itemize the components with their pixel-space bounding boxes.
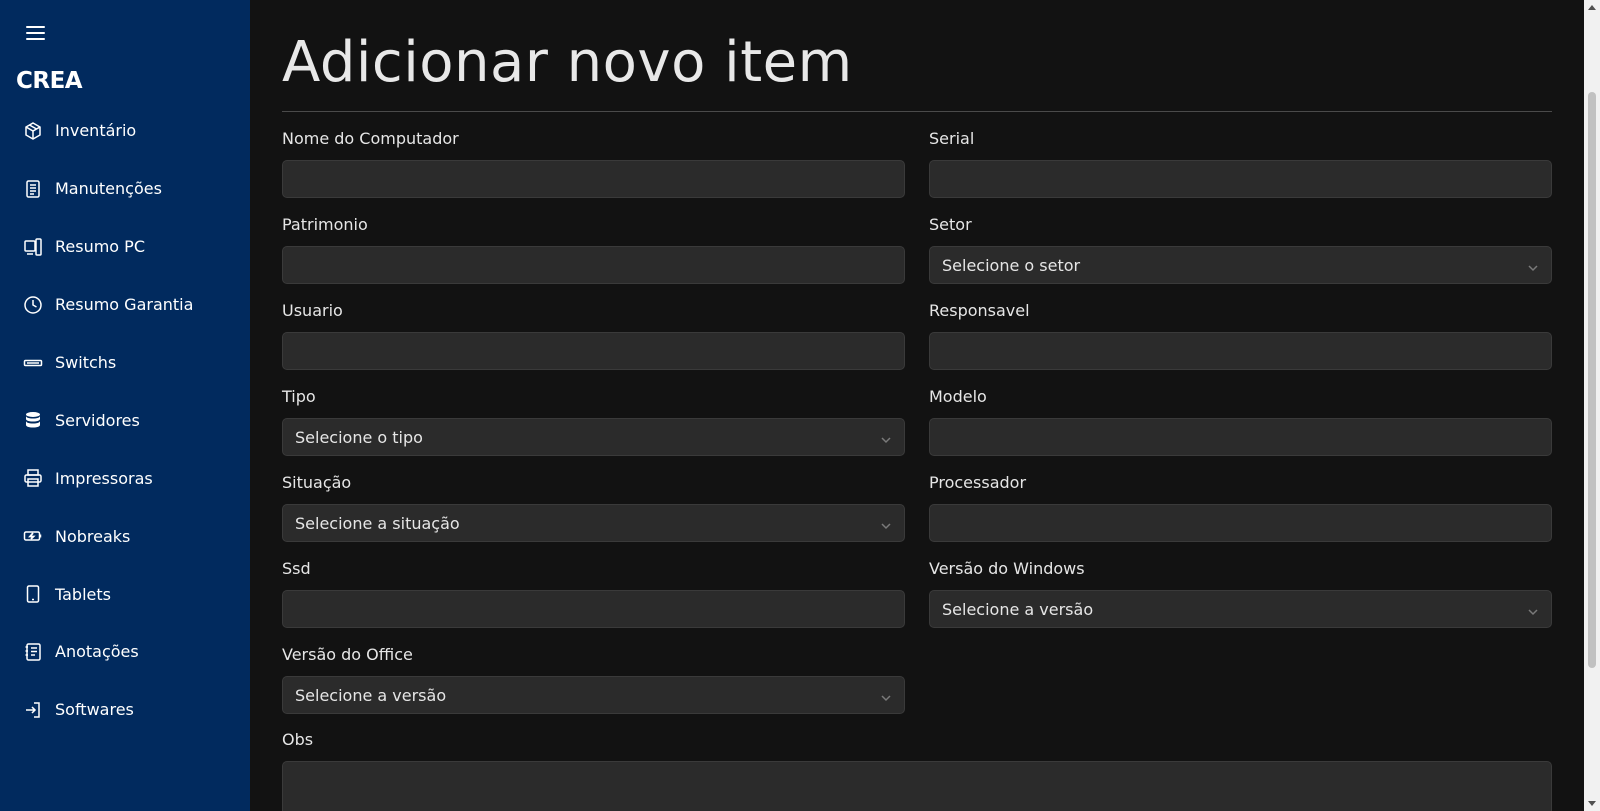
sidebar-item-label: Nobreaks xyxy=(55,526,131,546)
versao-windows-field: Versão do Windows Selecione a versão xyxy=(929,558,1552,628)
select-value: Selecione o setor xyxy=(942,255,1081,275)
patrimonio-input[interactable] xyxy=(282,246,905,284)
responsavel-input[interactable] xyxy=(929,332,1552,370)
usuario-input[interactable] xyxy=(282,332,905,370)
select-value: Selecione a situação xyxy=(295,513,460,533)
field-label: Ssd xyxy=(282,559,311,578)
tipo-field: Tipo Selecione o tipo xyxy=(282,386,905,456)
patrimonio-field: Patrimonio xyxy=(282,214,905,284)
app-window: CREA Inventário Manutenções Resumo PC Re… xyxy=(0,0,1600,811)
vertical-scrollbar[interactable] xyxy=(1584,0,1600,811)
menu-icon[interactable] xyxy=(26,24,46,42)
chevron-down-icon xyxy=(1527,603,1539,616)
field-label: Versão do Office xyxy=(282,645,413,664)
sidebar: CREA Inventário Manutenções Resumo PC Re… xyxy=(0,0,250,811)
sidebar-item-manutencoes[interactable]: Manutenções xyxy=(0,160,250,218)
nome-computador-field: Nome do Computador xyxy=(282,128,905,198)
usuario-field: Usuario xyxy=(282,300,905,370)
ssd-input[interactable] xyxy=(282,590,905,628)
sidebar-item-impressoras[interactable]: Impressoras xyxy=(0,449,250,507)
obs-field: Obs xyxy=(282,729,1552,811)
serial-field: Serial xyxy=(929,128,1552,198)
situacao-select[interactable]: Selecione a situação xyxy=(282,504,905,542)
field-label: Processador xyxy=(929,473,1027,492)
processador-field: Processador xyxy=(929,472,1552,542)
sidebar-item-label: Resumo PC xyxy=(55,237,145,257)
field-label: Serial xyxy=(929,129,975,148)
sidebar-item-switchs[interactable]: Switchs xyxy=(0,334,250,392)
modelo-field: Modelo xyxy=(929,386,1552,456)
modelo-input[interactable] xyxy=(929,418,1552,456)
tipo-select[interactable]: Selecione o tipo xyxy=(282,418,905,456)
situacao-field: Situação Selecione a situação xyxy=(282,472,905,542)
switch-icon xyxy=(23,353,43,373)
brand-logo: CREA xyxy=(16,68,83,94)
versao-office-field: Versão do Office Selecione a versão xyxy=(282,644,905,714)
document-icon xyxy=(23,179,43,199)
sidebar-item-inventario[interactable]: Inventário xyxy=(0,102,250,160)
field-label: Obs xyxy=(282,730,314,749)
chevron-down-icon xyxy=(1527,259,1539,272)
chevron-down-icon xyxy=(880,517,892,530)
serial-input[interactable] xyxy=(929,160,1552,198)
setor-select[interactable]: Selecione o setor xyxy=(929,246,1552,284)
field-label: Responsavel xyxy=(929,301,1030,320)
sidebar-item-nobreaks[interactable]: Nobreaks xyxy=(0,507,250,565)
scroll-down-arrow-icon[interactable] xyxy=(1588,801,1596,806)
main-content: Adicionar novo item Nome do Computador S… xyxy=(250,0,1584,811)
field-label: Nome do Computador xyxy=(282,129,459,148)
battery-icon xyxy=(23,526,43,546)
versao-office-select[interactable]: Selecione a versão xyxy=(282,676,905,714)
clock-icon xyxy=(23,295,43,315)
sidebar-item-servidores[interactable]: Servidores xyxy=(0,391,250,449)
versao-windows-select[interactable]: Selecione a versão xyxy=(929,590,1552,628)
sidebar-item-tablets[interactable]: Tablets xyxy=(0,565,250,623)
sidebar-item-resumo-pc[interactable]: Resumo PC xyxy=(0,218,250,276)
sidebar-item-label: Anotações xyxy=(55,642,139,662)
chevron-down-icon xyxy=(880,431,892,444)
sidebar-item-label: Inventário xyxy=(55,121,137,141)
field-label: Versão do Windows xyxy=(929,559,1085,578)
devices-icon xyxy=(23,237,43,257)
obs-textarea[interactable] xyxy=(282,761,1552,811)
select-value: Selecione a versão xyxy=(295,685,447,705)
chevron-down-icon xyxy=(880,689,892,702)
sidebar-item-resumo-garantia[interactable]: Resumo Garantia xyxy=(0,276,250,334)
scrollbar-thumb[interactable] xyxy=(1588,92,1596,668)
sidebar-item-softwares[interactable]: Softwares xyxy=(0,681,250,739)
printer-icon xyxy=(23,468,43,488)
nome-computador-input[interactable] xyxy=(282,160,905,198)
sidebar-item-anotacoes[interactable]: Anotações xyxy=(0,623,250,681)
sidebar-item-label: Servidores xyxy=(55,410,140,430)
sidebar-nav: Inventário Manutenções Resumo PC Resumo … xyxy=(0,102,250,739)
select-value: Selecione a versão xyxy=(942,599,1094,619)
sidebar-item-label: Manutenções xyxy=(55,179,162,199)
field-label: Situação xyxy=(282,473,352,492)
login-icon xyxy=(23,700,43,720)
field-label: Modelo xyxy=(929,387,987,406)
field-label: Usuario xyxy=(282,301,343,320)
sidebar-item-label: Switchs xyxy=(55,353,117,372)
ssd-field: Ssd xyxy=(282,558,905,628)
responsavel-field: Responsavel xyxy=(929,300,1552,370)
processador-input[interactable] xyxy=(929,504,1552,542)
field-label: Setor xyxy=(929,215,972,234)
sidebar-item-label: Softwares xyxy=(55,700,134,720)
tablet-icon xyxy=(23,584,43,604)
sidebar-item-label: Tablets xyxy=(55,584,111,604)
setor-field: Setor Selecione o setor xyxy=(929,214,1552,284)
select-value: Selecione o tipo xyxy=(295,427,423,447)
page-title: Adicionar novo item xyxy=(282,30,853,95)
sidebar-item-label: Impressoras xyxy=(55,468,153,488)
title-divider xyxy=(282,111,1552,112)
box-icon xyxy=(23,121,43,141)
field-label: Patrimonio xyxy=(282,215,368,234)
database-icon xyxy=(23,410,43,430)
notebook-icon xyxy=(23,642,43,662)
sidebar-item-label: Resumo Garantia xyxy=(55,295,194,315)
scroll-up-arrow-icon[interactable] xyxy=(1588,5,1596,10)
field-label: Tipo xyxy=(282,387,316,406)
